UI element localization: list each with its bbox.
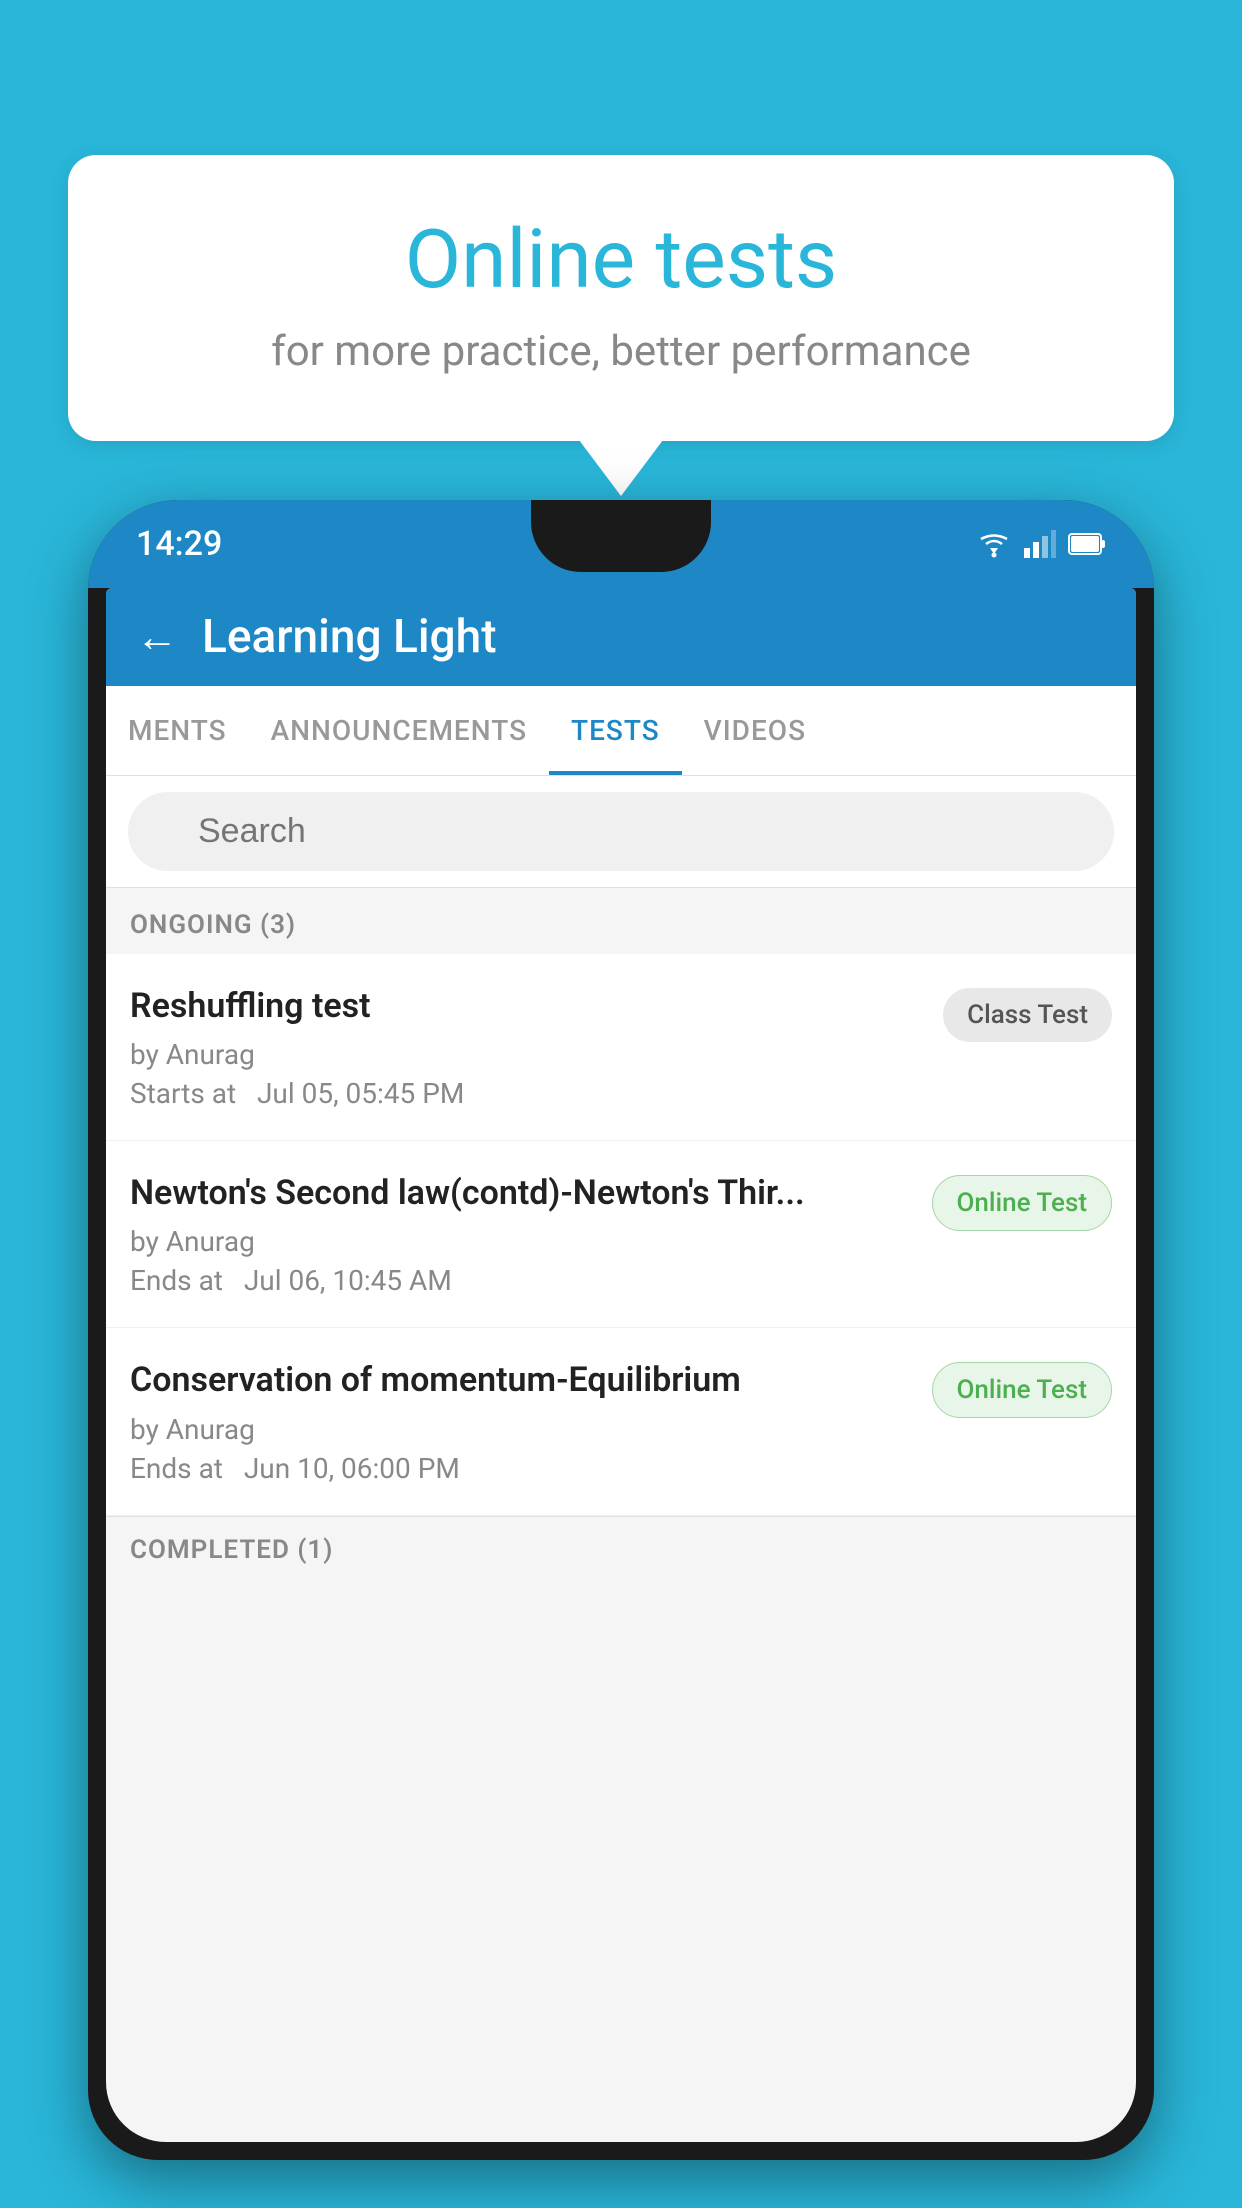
test-name-2: Newton's Second law(contd)-Newton's Thir… <box>130 1171 912 1215</box>
search-container: 🔍 <box>106 776 1136 888</box>
status-icons <box>976 530 1106 558</box>
tabs-bar: MENTS ANNOUNCEMENTS TESTS VIDEOS <box>106 686 1136 776</box>
phone-frame: 14:29 <box>88 500 1154 2160</box>
status-time: 14:29 <box>136 524 222 564</box>
test-date-value-2: Jul 06, 10:45 AM <box>244 1264 452 1297</box>
test-badge-2: Online Test <box>932 1175 1113 1231</box>
tab-ments[interactable]: MENTS <box>106 686 249 775</box>
test-date-label-2: Ends at <box>130 1264 223 1297</box>
test-badge-1: Class Test <box>943 988 1112 1042</box>
test-date-value-3: Jun 10, 06:00 PM <box>244 1452 460 1485</box>
test-date-label-1: Starts at <box>130 1077 236 1110</box>
test-date-2: Ends at Jul 06, 10:45 AM <box>130 1264 912 1297</box>
test-author-2: by Anurag <box>130 1225 912 1258</box>
speech-bubble: Online tests for more practice, better p… <box>68 155 1174 441</box>
test-item-1[interactable]: Reshuffling test by Anurag Starts at Jul… <box>106 954 1136 1141</box>
test-badge-3: Online Test <box>932 1362 1113 1418</box>
speech-bubble-subtitle: for more practice, better performance <box>148 327 1094 376</box>
test-info-3: Conservation of momentum-Equilibrium by … <box>130 1358 912 1484</box>
back-button[interactable]: ← <box>136 613 178 662</box>
test-name-1: Reshuffling test <box>130 984 923 1028</box>
signal-icon <box>1024 530 1056 558</box>
test-author-1: by Anurag <box>130 1038 923 1071</box>
test-list: Reshuffling test by Anurag Starts at Jul… <box>106 954 1136 1516</box>
tab-tests[interactable]: TESTS <box>549 686 682 775</box>
test-date-label-3: Ends at <box>130 1452 223 1485</box>
completed-section-header: COMPLETED (1) <box>106 1516 1136 1579</box>
test-date-3: Ends at Jun 10, 06:00 PM <box>130 1452 912 1485</box>
app-header: ← Learning Light <box>106 588 1136 686</box>
speech-bubble-container: Online tests for more practice, better p… <box>68 155 1174 441</box>
test-info-2: Newton's Second law(contd)-Newton's Thir… <box>130 1171 912 1297</box>
test-date-value-1: Jul 05, 05:45 PM <box>257 1077 464 1110</box>
ongoing-section-header: ONGOING (3) <box>106 888 1136 954</box>
phone-screen: ← Learning Light MENTS ANNOUNCEMENTS TES… <box>106 588 1136 2142</box>
wifi-icon <box>976 530 1012 558</box>
search-wrapper: 🔍 <box>128 792 1114 871</box>
battery-icon <box>1068 533 1106 555</box>
test-date-1: Starts at Jul 05, 05:45 PM <box>130 1077 923 1110</box>
tab-videos[interactable]: VIDEOS <box>682 686 828 775</box>
test-item-2[interactable]: Newton's Second law(contd)-Newton's Thir… <box>106 1141 1136 1328</box>
test-info-1: Reshuffling test by Anurag Starts at Jul… <box>130 984 923 1110</box>
search-input[interactable] <box>128 792 1114 871</box>
phone-notch <box>531 500 711 572</box>
phone-container: 14:29 <box>88 500 1154 2208</box>
test-name-3: Conservation of momentum-Equilibrium <box>130 1358 912 1402</box>
tab-announcements[interactable]: ANNOUNCEMENTS <box>249 686 549 775</box>
test-author-3: by Anurag <box>130 1413 912 1446</box>
app-title: Learning Light <box>202 610 497 664</box>
test-item-3[interactable]: Conservation of momentum-Equilibrium by … <box>106 1328 1136 1515</box>
speech-bubble-title: Online tests <box>148 215 1094 305</box>
